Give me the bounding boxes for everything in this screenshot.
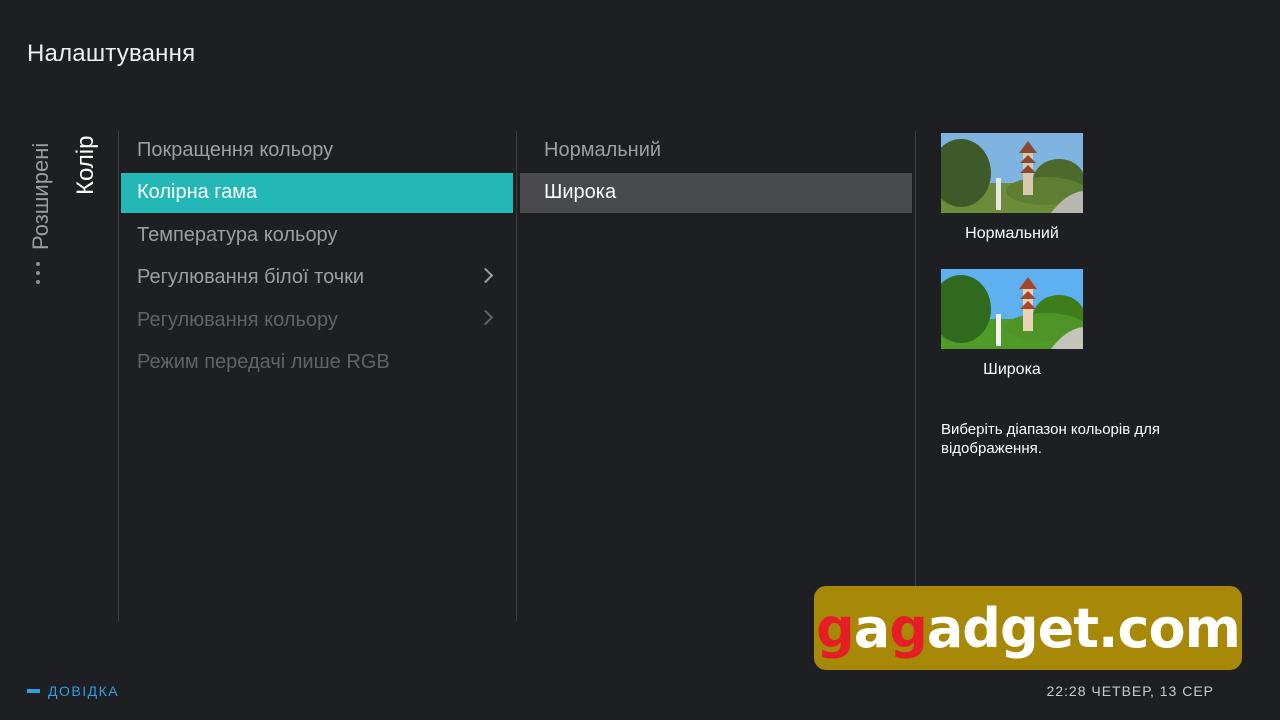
menu-item-color-gamut[interactable]: Колірна гама xyxy=(121,172,513,213)
breadcrumb-current: Колір xyxy=(72,135,99,195)
tv-settings-screen: Налаштування Розширені Колір Покращення … xyxy=(0,0,1280,720)
menu-item-label: Режим передачі лише RGB xyxy=(137,351,390,373)
preview-label-wide: Широка xyxy=(983,361,1041,378)
menu-item-rgb-only[interactable]: Режим передачі лише RGB xyxy=(121,343,513,383)
menu-item-color-temperature[interactable]: Температура кольору xyxy=(121,215,513,255)
watermark-logo: g a g adget.com xyxy=(814,586,1242,670)
gamut-options: Нормальний Широка xyxy=(520,130,912,215)
page-title: Налаштування xyxy=(27,40,196,67)
preview-image-wide xyxy=(941,269,1083,349)
divider xyxy=(118,131,119,621)
chevron-right-icon xyxy=(477,267,494,283)
preview-image-normal xyxy=(941,133,1083,213)
more-dots-icon xyxy=(36,262,40,284)
option-description: Виберіть діапазон кольорів для відображе… xyxy=(941,421,1160,457)
option-normal[interactable]: Нормальний xyxy=(520,130,912,170)
breadcrumb-parent[interactable]: Розширені xyxy=(28,143,54,250)
menu-item-label: Регулювання білої точки xyxy=(137,266,365,288)
menu-item-label: Температура кольору xyxy=(137,223,338,246)
settings-menu: Покращення кольору Колірна гама Температ… xyxy=(121,130,513,385)
menu-item-label: Колірна гама xyxy=(137,181,258,203)
option-label: Нормальний xyxy=(544,138,662,161)
option-label: Широка xyxy=(544,181,617,203)
chevron-right-icon xyxy=(477,309,494,326)
menu-item-label: Регулювання кольору xyxy=(137,308,338,331)
help-label: ДОВІДКА xyxy=(48,683,120,699)
divider xyxy=(516,131,517,621)
option-wide[interactable]: Широка xyxy=(520,172,912,213)
preview-panel: Нормальний Широка xyxy=(941,133,1241,405)
menu-item-color-enhancement[interactable]: Покращення кольору xyxy=(121,130,513,170)
menu-item-label: Покращення кольору xyxy=(137,138,334,161)
help-button[interactable]: ДОВІДКА xyxy=(27,683,119,699)
menu-item-color-adjustment[interactable]: Регулювання кольору xyxy=(121,300,513,340)
blue-key-icon xyxy=(27,689,40,693)
divider xyxy=(915,131,916,621)
clock: 22:28 ЧЕТВЕР, 13 СЕР xyxy=(1046,683,1214,699)
menu-item-white-point[interactable]: Регулювання білої точки xyxy=(121,258,513,298)
preview-label-normal: Нормальний xyxy=(965,225,1059,242)
